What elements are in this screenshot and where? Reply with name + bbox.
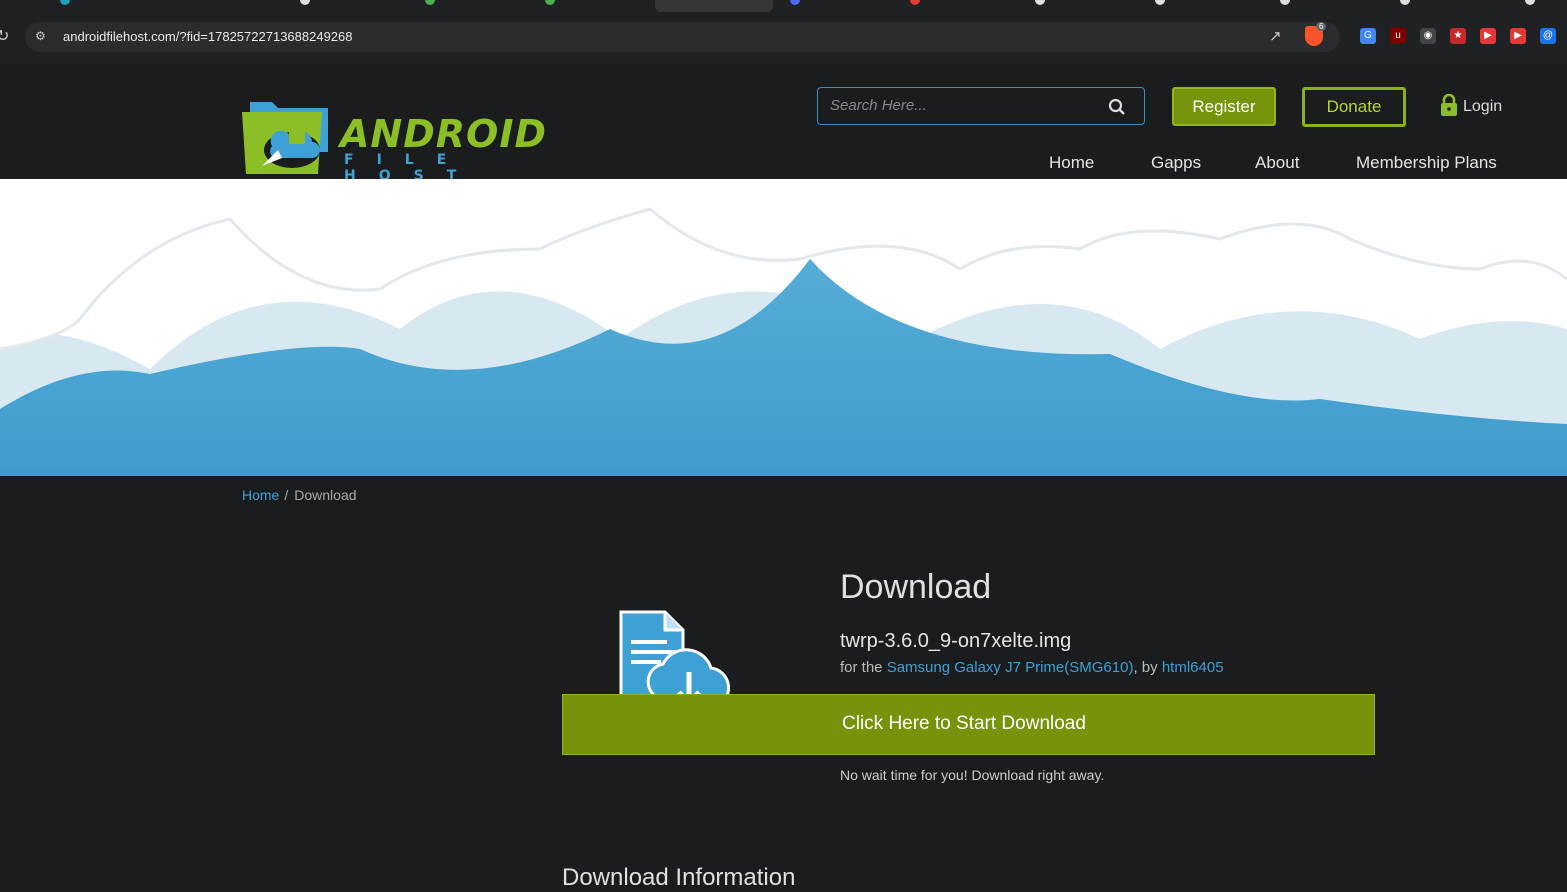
tab-favicon[interactable] — [1280, 0, 1290, 5]
ublock-extension-icon[interactable]: u — [1390, 28, 1406, 44]
search-box — [817, 87, 1145, 125]
nav-about[interactable]: About — [1255, 153, 1299, 173]
extension-icon[interactable]: ◉ — [1420, 28, 1436, 44]
tab-favicon[interactable] — [425, 0, 435, 5]
breadcrumb-separator: / — [284, 487, 289, 503]
donate-button[interactable]: Donate — [1302, 87, 1406, 127]
tab-favicon[interactable] — [1035, 0, 1045, 5]
site-info-icon[interactable]: ⚙ — [35, 29, 49, 43]
nav-home[interactable]: Home — [1049, 153, 1094, 173]
extension-icon[interactable]: ★ — [1450, 28, 1466, 44]
tab-favicon[interactable] — [910, 0, 920, 5]
nav-membership-plans[interactable]: Membership Plans — [1356, 153, 1497, 173]
author-link[interactable]: html6405 — [1162, 659, 1224, 676]
tab-favicon[interactable] — [545, 0, 555, 5]
share-icon[interactable]: ↗ — [1269, 27, 1282, 45]
by-text: , by — [1133, 659, 1162, 676]
url-text[interactable]: androidfilehost.com/?fid=178257227136882… — [63, 29, 353, 44]
site-logo[interactable]: ANDROID FILE HOST — [242, 96, 582, 184]
breadcrumb-home[interactable]: Home — [242, 487, 279, 503]
lock-icon — [1441, 94, 1457, 116]
translate-extension-icon[interactable]: G — [1360, 28, 1376, 44]
tab-favicon[interactable] — [60, 0, 70, 5]
tab-favicon[interactable] — [300, 0, 310, 5]
search-input[interactable] — [828, 96, 1102, 115]
file-name: twrp-3.6.0_9-on7xelte.img — [840, 630, 1072, 652]
download-title: Download — [840, 568, 992, 606]
tab-favicon[interactable] — [1155, 0, 1165, 5]
register-button[interactable]: Register — [1172, 87, 1276, 126]
address-bar[interactable]: ⚙ androidfilehost.com/?fid=1782572271368… — [25, 22, 1340, 52]
extension-icon[interactable]: @ — [1540, 28, 1556, 44]
tab-favicon[interactable] — [1400, 0, 1410, 5]
start-download-label: Click Here to Start Download — [842, 713, 1086, 734]
tab-favicon[interactable] — [790, 0, 800, 5]
browser-toolbar: ↻ ⚙ androidfilehost.com/?fid=17825722713… — [0, 12, 1567, 64]
active-tab[interactable] — [655, 0, 773, 12]
logo-folder-icon — [242, 102, 328, 174]
device-link[interactable]: Samsung Galaxy J7 Prime(SMG610) — [887, 659, 1134, 676]
extension-icon[interactable]: ▶ — [1480, 28, 1496, 44]
hero-cloud-banner — [0, 179, 1567, 476]
breadcrumb: Home / Download — [242, 487, 357, 503]
breadcrumb-current: Download — [294, 487, 357, 503]
youtube-extension-icon[interactable]: ▶ — [1510, 28, 1526, 44]
download-information-heading: Download Information — [562, 864, 796, 891]
nav-gapps[interactable]: Gapps — [1151, 153, 1201, 173]
browser-tab-strip — [0, 0, 1567, 12]
for-prefix: for the — [840, 659, 887, 676]
file-device-line: for the Samsung Galaxy J7 Prime(SMG610),… — [840, 659, 1224, 676]
no-wait-note: No wait time for you! Download right awa… — [840, 767, 1105, 783]
cloud-illustration — [0, 179, 1567, 476]
tab-favicon[interactable] — [1525, 0, 1535, 5]
site-header: ANDROID FILE HOST Register Donate Login … — [0, 64, 1567, 184]
logo-wordmark: ANDROID — [340, 112, 548, 156]
search-icon[interactable] — [1108, 98, 1126, 116]
login-label: Login — [1463, 98, 1503, 115]
reload-icon[interactable]: ↻ — [0, 26, 9, 46]
brave-shields-badge: 6 — [1316, 22, 1327, 31]
start-download-button[interactable]: Click Here to Start Download — [562, 694, 1375, 755]
